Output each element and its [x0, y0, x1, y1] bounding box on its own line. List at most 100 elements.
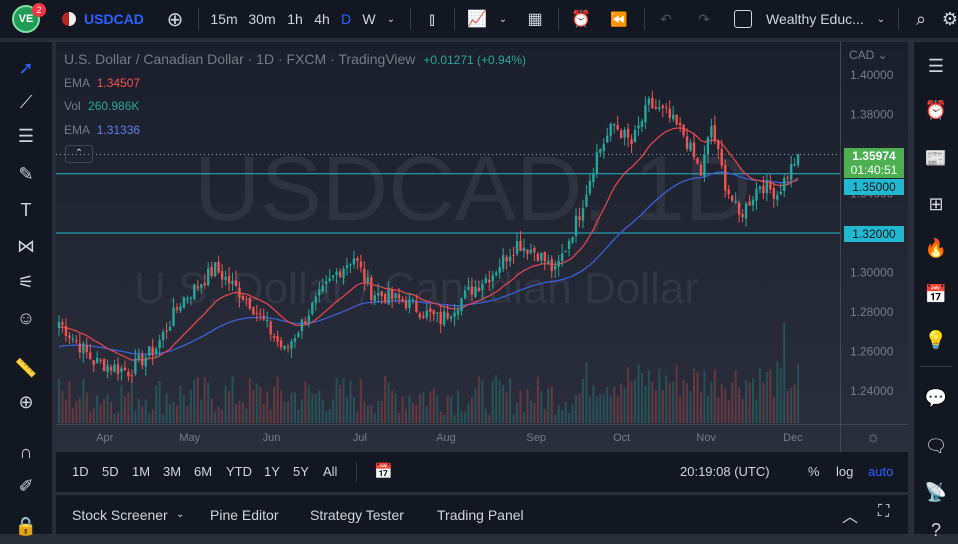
candle-body	[696, 158, 699, 164]
news-icon[interactable]: 📰	[922, 144, 950, 172]
tab-pine-editor[interactable]: Pine Editor	[210, 507, 278, 523]
cursor-icon[interactable]: ➚	[12, 54, 40, 82]
interval-1h[interactable]: 1h	[284, 0, 306, 38]
help-icon[interactable]: ?	[922, 516, 950, 544]
candle-body	[654, 106, 658, 109]
candle-body	[769, 182, 772, 190]
range-1y[interactable]: 1Y	[264, 464, 280, 479]
replay-icon[interactable]: ⏪	[606, 0, 632, 38]
redo-icon[interactable]: ↷	[692, 0, 716, 38]
interval-30m[interactable]: 30m	[246, 0, 278, 38]
candle-body	[82, 343, 85, 354]
volume-bar	[221, 409, 224, 423]
range-ytd[interactable]: YTD	[226, 464, 252, 479]
range-5y[interactable]: 5Y	[293, 464, 309, 479]
interval-w[interactable]: W	[360, 0, 378, 38]
currency-selector[interactable]: CAD ⌄	[849, 48, 888, 62]
chevron-down-icon[interactable]: ⌄	[384, 0, 398, 38]
goto-date-icon[interactable]: 📅	[374, 462, 393, 480]
legend-ema-fast[interactable]: EMA 1.34507	[64, 76, 140, 90]
range-1m[interactable]: 1M	[132, 464, 150, 479]
volume-bar	[189, 389, 192, 423]
range-5d[interactable]: 5D	[102, 464, 119, 479]
watchlist-icon[interactable]: ☰	[922, 52, 950, 80]
chart-pane[interactable]: USDCAD, 1D U.S. Dollar / Canadian Dollar…	[56, 42, 908, 452]
chart-settings-icon[interactable]: ☼	[866, 429, 881, 447]
volume-bar	[752, 378, 754, 423]
calendar-icon[interactable]: 📅	[922, 280, 950, 308]
tab-stock-screener[interactable]: Stock Screener	[72, 507, 168, 523]
chevron-down-icon[interactable]: ⌄	[176, 509, 184, 520]
chevron-down-icon[interactable]: ⌄	[496, 0, 510, 38]
volume-bar	[179, 385, 182, 423]
candle-body	[245, 298, 248, 300]
trend-line-icon[interactable]: ⟋	[12, 88, 40, 116]
range-all[interactable]: All	[323, 464, 337, 479]
interval-d[interactable]: D	[338, 0, 354, 38]
zoom-in-icon[interactable]: ⊕	[12, 388, 40, 416]
hotlist-icon[interactable]: 🔥	[922, 234, 950, 262]
candle-body	[661, 105, 664, 108]
volume-bar	[304, 381, 307, 423]
candle-body	[734, 201, 737, 203]
layouts-icon[interactable]: ▦	[522, 0, 548, 38]
emoji-icon[interactable]: ☺	[12, 304, 40, 332]
volume-bar	[627, 367, 630, 423]
candle-body	[175, 307, 179, 310]
chevron-down-icon[interactable]: ⌄	[874, 0, 888, 38]
ideas-icon[interactable]: 💡	[922, 326, 950, 354]
volume-bar	[61, 391, 64, 423]
candles-icon[interactable]: ⫾	[420, 0, 444, 38]
add-symbol-icon[interactable]: ⊕	[162, 0, 188, 38]
lock-icon[interactable]: 🔒	[12, 512, 40, 540]
legend-ema-slow[interactable]: EMA 1.31336	[64, 123, 140, 137]
price-chart[interactable]: 1.400001.380001.360001.340001.320001.300…	[56, 42, 908, 452]
volume-bar	[699, 391, 702, 423]
layout-icon[interactable]	[730, 0, 756, 38]
percent-toggle[interactable]: %	[808, 464, 820, 479]
gear-icon[interactable]: ⚙	[940, 0, 958, 38]
text-icon[interactable]: T	[12, 196, 40, 224]
legend-volume[interactable]: Vol 260.986K	[64, 99, 139, 113]
interval-4h[interactable]: 4h	[311, 0, 333, 38]
add-watchlist-icon[interactable]: ⊞	[922, 190, 950, 218]
undo-icon[interactable]: ↶	[654, 0, 678, 38]
range-1d[interactable]: 1D	[72, 464, 89, 479]
volume-bar	[613, 386, 616, 423]
volume-bar	[439, 411, 442, 423]
search-icon[interactable]: ⌕	[908, 0, 934, 38]
collapse-legend-button[interactable]: ⌃	[65, 145, 93, 163]
layout-name[interactable]: Wealthy Educ...	[766, 0, 866, 38]
prediction-icon[interactable]: ⚟	[12, 268, 40, 296]
volume-bar	[575, 395, 578, 423]
chat-icon[interactable]: 🗨	[922, 432, 950, 460]
auto-toggle[interactable]: auto	[868, 464, 893, 479]
volume-bar	[394, 393, 397, 423]
alarm-icon[interactable]: ⏰	[922, 96, 950, 124]
brush-icon[interactable]: ✎	[12, 160, 40, 188]
collapse-panel-icon[interactable]: ︿	[842, 503, 858, 527]
candle-body	[359, 261, 363, 268]
indicators-icon[interactable]: 📈	[464, 0, 490, 38]
ruler-icon[interactable]: 📏	[12, 354, 40, 382]
alert-icon[interactable]: ⏰	[568, 0, 594, 38]
maximize-icon[interactable]: ⛶	[878, 503, 889, 521]
x-tick-label: Nov	[696, 432, 716, 444]
range-3m[interactable]: 3M	[163, 464, 181, 479]
magnet-icon[interactable]: ∩	[12, 438, 40, 466]
range-6m[interactable]: 6M	[194, 464, 212, 479]
pattern-icon[interactable]: ⋈	[12, 232, 40, 260]
tab-trading-panel[interactable]: Trading Panel	[437, 507, 524, 523]
lock-drawing-icon[interactable]: ✐	[12, 472, 40, 500]
volume-bar	[668, 382, 671, 423]
volume-bar	[123, 396, 126, 423]
tab-strategy-tester[interactable]: Strategy Tester	[310, 507, 404, 523]
logo-avatar[interactable]: VE 2	[10, 0, 46, 38]
symbol-search[interactable]: USDCAD	[62, 0, 146, 38]
chats-icon[interactable]: 💬	[922, 384, 950, 412]
streams-icon[interactable]: 📡	[922, 478, 950, 506]
fib-icon[interactable]: ☰	[12, 122, 40, 150]
interval-15m[interactable]: 15m	[208, 0, 240, 38]
clock-time[interactable]: 20:19:08 (UTC)	[680, 464, 770, 479]
log-toggle[interactable]: log	[836, 464, 853, 479]
